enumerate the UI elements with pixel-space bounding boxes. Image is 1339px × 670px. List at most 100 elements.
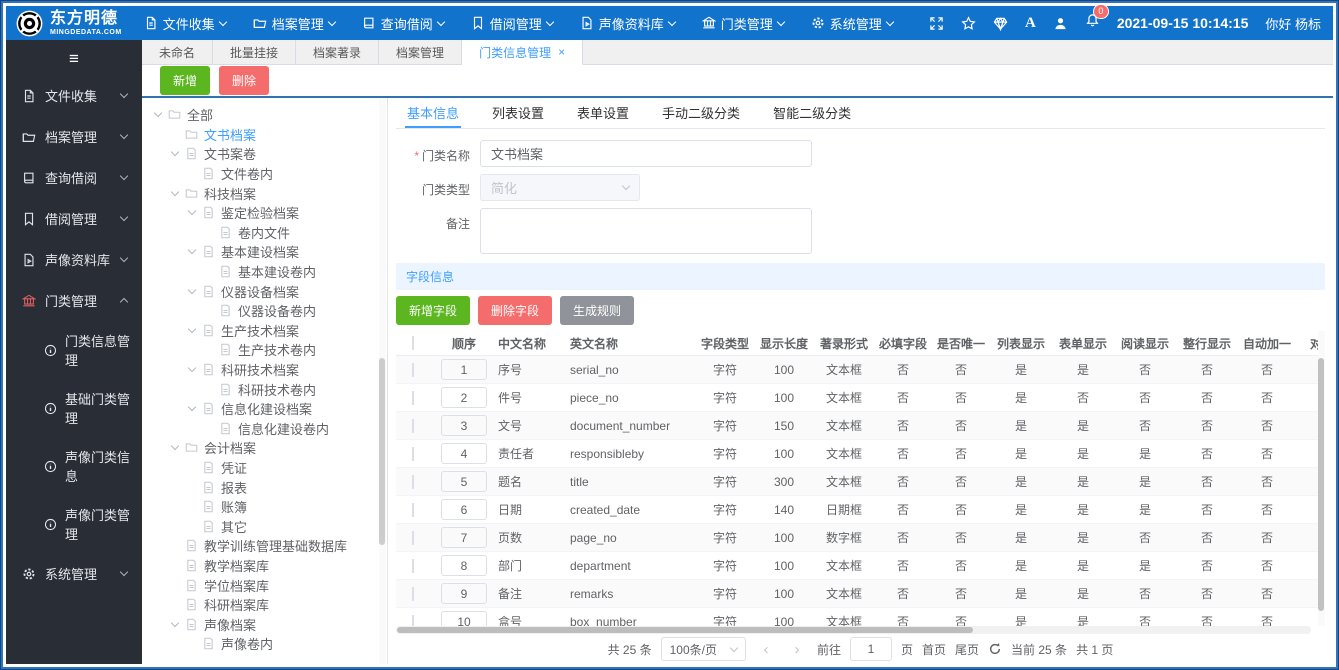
detail-tab-表单设置[interactable]: 表单设置 xyxy=(575,98,631,128)
row-checkbox[interactable] xyxy=(412,474,414,489)
sidebar-item-文件收集[interactable]: 文件收集 xyxy=(6,75,142,116)
tree-node-仪器设备卷内[interactable]: 仪器设备卷内 xyxy=(142,301,387,321)
favorite-star-icon[interactable] xyxy=(961,16,976,31)
tree-node-生产技术卷内[interactable]: 生产技术卷内 xyxy=(142,340,387,360)
tab-档案管理[interactable]: 档案管理 xyxy=(379,40,463,64)
topnav-item-文件收集[interactable]: 文件收集 xyxy=(144,14,227,33)
tree-node-文书档案[interactable]: 文书档案 xyxy=(142,125,387,145)
tree-node-文书案卷[interactable]: 文书案卷 xyxy=(142,144,387,164)
last-page-button[interactable]: 尾页 xyxy=(955,641,979,658)
notification-bell[interactable]: 0 xyxy=(1085,4,1109,33)
tab-门类信息管理[interactable]: 门类信息管理 × xyxy=(462,40,584,65)
row-checkbox[interactable] xyxy=(412,446,414,461)
tree-node-基本建设档案[interactable]: 基本建设档案 xyxy=(142,242,387,262)
detail-tab-手动二级分类[interactable]: 手动二级分类 xyxy=(660,98,742,128)
row-checkbox[interactable] xyxy=(412,502,414,517)
tab-close-icon[interactable]: × xyxy=(558,45,565,59)
order-input[interactable]: 7 xyxy=(441,527,487,548)
tree-node-科研技术档案[interactable]: 科研技术档案 xyxy=(142,360,387,380)
order-input[interactable]: 5 xyxy=(441,471,487,492)
tree-node-其它[interactable]: 其它 xyxy=(142,516,387,536)
font-size-icon[interactable]: A xyxy=(1025,15,1036,32)
row-checkbox[interactable] xyxy=(412,530,414,545)
order-input[interactable]: 4 xyxy=(441,443,487,464)
sidebar-subitem-基础门类管理[interactable]: 基础门类管理 xyxy=(6,379,142,437)
order-input[interactable]: 1 xyxy=(441,359,487,380)
topnav-item-门类管理[interactable]: 门类管理 xyxy=(702,14,786,33)
topnav-item-查询借阅[interactable]: 查询借阅 xyxy=(362,14,445,33)
tab-批量挂接[interactable]: 批量挂接 xyxy=(213,40,297,64)
sidebar-collapse-button[interactable]: ≡ xyxy=(6,40,142,75)
order-input[interactable]: 3 xyxy=(441,415,487,436)
sidebar-item-门类管理[interactable]: 门类管理 xyxy=(6,280,142,321)
refresh-icon[interactable] xyxy=(988,642,1002,656)
topnav-item-档案管理[interactable]: 档案管理 xyxy=(253,14,336,33)
tree-node-信息化建设卷内[interactable]: 信息化建设卷内 xyxy=(142,419,387,439)
tree-node-鉴定检验档案[interactable]: 鉴定检验档案 xyxy=(142,203,387,223)
row-checkbox[interactable] xyxy=(412,558,414,573)
tree-node-凭证[interactable]: 凭证 xyxy=(142,458,387,478)
sidebar-item-系统管理[interactable]: 系统管理 xyxy=(6,553,142,594)
category-type-select[interactable]: 简化 xyxy=(480,174,640,201)
tree-node-基本建设卷内[interactable]: 基本建设卷内 xyxy=(142,262,387,282)
order-input[interactable]: 2 xyxy=(441,387,487,408)
tree-node-信息化建设档案[interactable]: 信息化建设档案 xyxy=(142,399,387,419)
detail-tab-基本信息[interactable]: 基本信息 xyxy=(405,98,462,128)
generate-rule-button[interactable]: 生成规则 xyxy=(560,296,635,325)
sidebar-subitem-声像门类管理[interactable]: 声像门类管理 xyxy=(6,495,142,553)
table-vertical-scrollbar[interactable] xyxy=(1318,331,1325,626)
order-input[interactable]: 9 xyxy=(441,583,487,604)
prev-page-button[interactable]: ‹ xyxy=(755,638,777,660)
delete-button[interactable]: 删除 xyxy=(219,66,270,95)
tree-node-文件卷内[interactable]: 文件卷内 xyxy=(142,164,387,184)
add-button[interactable]: 新增 xyxy=(160,66,211,95)
row-checkbox[interactable] xyxy=(412,614,414,626)
user-icon[interactable] xyxy=(1053,16,1068,31)
row-checkbox[interactable] xyxy=(412,390,414,405)
page-size-select[interactable]: 100条/页 xyxy=(660,637,746,661)
table-horizontal-scrollbar[interactable] xyxy=(396,626,1311,634)
order-input[interactable]: 10 xyxy=(441,611,487,626)
select-all-checkbox[interactable] xyxy=(412,336,414,350)
row-checkbox[interactable] xyxy=(412,418,414,433)
tree-node-学位档案库[interactable]: 学位档案库 xyxy=(142,575,387,595)
order-input[interactable]: 6 xyxy=(441,499,487,520)
tree-node-教学训练管理基础数据库[interactable]: 教学训练管理基础数据库 xyxy=(142,536,387,556)
tree-node-仪器设备档案[interactable]: 仪器设备档案 xyxy=(142,281,387,301)
first-page-button[interactable]: 首页 xyxy=(922,641,946,658)
add-field-button[interactable]: 新增字段 xyxy=(396,296,471,325)
sidebar-item-借阅管理[interactable]: 借阅管理 xyxy=(6,198,142,239)
tree-node-卷内文件[interactable]: 卷内文件 xyxy=(142,223,387,243)
category-name-input[interactable] xyxy=(480,140,812,167)
remark-textarea[interactable] xyxy=(480,208,812,254)
sidebar-item-档案管理[interactable]: 档案管理 xyxy=(6,116,142,157)
sidebar-item-声像资料库[interactable]: 声像资料库 xyxy=(6,239,142,280)
tab-档案著录[interactable]: 档案著录 xyxy=(296,40,380,64)
delete-field-button[interactable]: 删除字段 xyxy=(478,296,553,325)
tree-node-账簿[interactable]: 账簿 xyxy=(142,497,387,517)
row-checkbox[interactable] xyxy=(412,586,414,601)
topnav-item-系统管理[interactable]: 系统管理 xyxy=(811,14,895,33)
topnav-item-借阅管理[interactable]: 借阅管理 xyxy=(471,14,554,33)
detail-tab-列表设置[interactable]: 列表设置 xyxy=(490,98,546,128)
topnav-item-声像资料库[interactable]: 声像资料库 xyxy=(580,14,677,33)
tree-node-科研技术卷内[interactable]: 科研技术卷内 xyxy=(142,379,387,399)
tree-node-全部[interactable]: 全部 xyxy=(142,105,387,125)
tab-未命名[interactable]: 未命名 xyxy=(142,40,214,64)
tree-node-科研档案库[interactable]: 科研档案库 xyxy=(142,595,387,615)
gem-icon[interactable] xyxy=(993,16,1008,31)
row-checkbox[interactable] xyxy=(412,362,414,377)
tree-node-生产技术档案[interactable]: 生产技术档案 xyxy=(142,321,387,341)
tree-node-教学档案库[interactable]: 教学档案库 xyxy=(142,556,387,576)
order-input[interactable]: 8 xyxy=(441,555,487,576)
detail-tab-智能二级分类[interactable]: 智能二级分类 xyxy=(771,98,853,128)
page-number-input[interactable] xyxy=(849,637,892,661)
tree-node-声像档案[interactable]: 声像档案 xyxy=(142,614,387,634)
tree-node-会计档案[interactable]: 会计档案 xyxy=(142,438,387,458)
next-page-button[interactable]: › xyxy=(786,638,808,660)
fullscreen-icon[interactable] xyxy=(929,16,944,31)
sidebar-subitem-声像门类信息[interactable]: 声像门类信息 xyxy=(6,437,142,495)
tree-node-科技档案[interactable]: 科技档案 xyxy=(142,183,387,203)
sidebar-item-查询借阅[interactable]: 查询借阅 xyxy=(6,157,142,198)
tree-node-声像卷内[interactable]: 声像卷内 xyxy=(142,634,387,654)
